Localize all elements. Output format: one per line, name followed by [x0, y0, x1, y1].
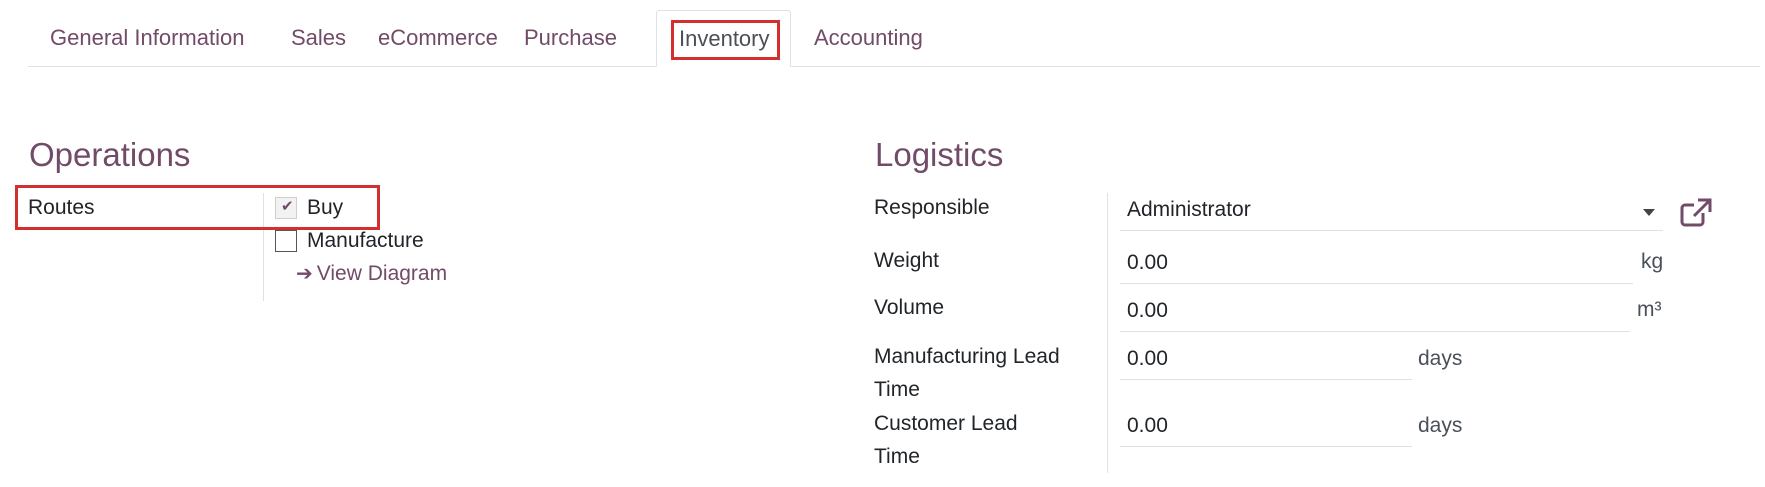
volume-label: Volume	[874, 296, 945, 319]
arrow-right-icon: ➔	[296, 263, 313, 285]
route-buy-checkbox[interactable]: ✔	[275, 197, 297, 219]
tab-inventory-label: Inventory	[679, 26, 770, 51]
tab-general-information[interactable]: General Information	[28, 10, 266, 66]
volume-value: 0.00	[1127, 299, 1168, 322]
tab-sales[interactable]: Sales	[269, 10, 368, 66]
manufacturing-lead-time-label-line2: Time	[874, 378, 920, 401]
route-manufacture-label: Manufacture	[307, 229, 424, 252]
tab-purchase[interactable]: Purchase	[502, 10, 639, 66]
volume-field[interactable]: 0.00	[1120, 288, 1630, 332]
responsible-label: Responsible	[874, 196, 990, 219]
external-link-icon[interactable]	[1680, 198, 1712, 228]
dropdown-caret-icon[interactable]	[1643, 209, 1655, 216]
logistics-title: Logistics	[875, 136, 1004, 173]
view-diagram-link[interactable]: ➔ View Diagram	[296, 261, 447, 286]
responsible-value: Administrator	[1127, 198, 1251, 221]
manufacturing-lead-time-value: 0.00	[1127, 347, 1168, 370]
customer-lead-time-label-line1: Customer Lead	[874, 412, 1018, 435]
customer-lead-time-label-line2: Time	[874, 445, 920, 468]
view-diagram-label: View Diagram	[316, 262, 448, 285]
routes-label: Routes	[28, 196, 95, 219]
customer-lead-time-unit: days	[1418, 414, 1463, 437]
notebook-tabs: General Information Sales eCommerce Purc…	[28, 10, 1760, 67]
tab-ecommerce[interactable]: eCommerce	[356, 10, 520, 66]
tab-inventory[interactable]: Inventory	[656, 10, 791, 67]
tab-accounting[interactable]: Accounting	[792, 10, 945, 66]
weight-unit: kg	[1641, 250, 1664, 273]
weight-value: 0.00	[1127, 251, 1168, 274]
customer-lead-time-label: Customer Lead Time	[874, 407, 1018, 473]
route-manufacture-checkbox[interactable]	[275, 230, 297, 252]
volume-unit: m³	[1637, 298, 1662, 321]
manufacturing-lead-time-field[interactable]: 0.00	[1120, 336, 1412, 380]
manufacturing-lead-time-label-line1: Manufacturing Lead	[874, 345, 1060, 368]
logistics-divider	[1107, 193, 1108, 473]
routes-divider	[263, 193, 264, 301]
customer-lead-time-value: 0.00	[1127, 414, 1168, 437]
operations-title: Operations	[29, 136, 191, 173]
weight-label: Weight	[874, 249, 939, 272]
manufacturing-lead-time-unit: days	[1418, 347, 1463, 370]
route-buy-label: Buy	[307, 196, 344, 219]
customer-lead-time-field[interactable]: 0.00	[1120, 403, 1412, 447]
manufacturing-lead-time-label: Manufacturing Lead Time	[874, 340, 1060, 406]
checkmark-icon: ✔	[281, 198, 294, 215]
responsible-field[interactable]: Administrator	[1120, 187, 1663, 231]
weight-field[interactable]: 0.00	[1120, 240, 1633, 284]
